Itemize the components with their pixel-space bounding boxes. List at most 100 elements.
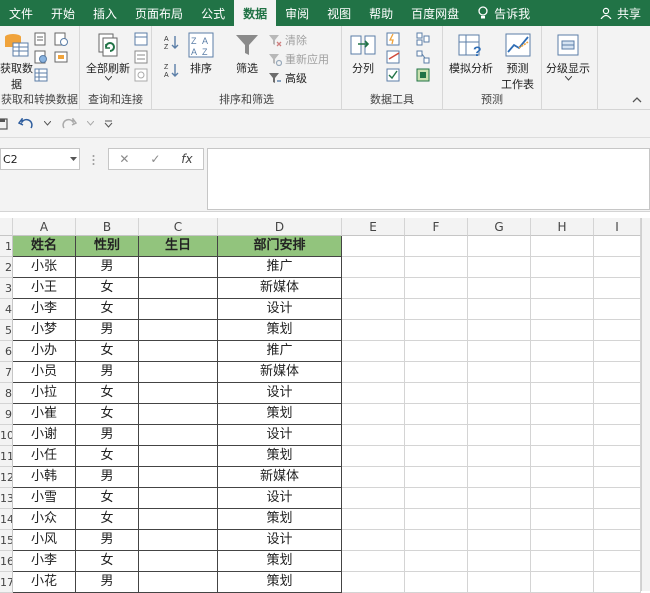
row-header[interactable]: 3 — [0, 278, 13, 299]
sort-ascending-icon[interactable]: AZ — [164, 34, 180, 50]
table-cell[interactable]: 小办 — [13, 341, 76, 362]
table-cell[interactable] — [139, 383, 218, 404]
table-cell[interactable] — [139, 509, 218, 530]
empty-cell[interactable] — [594, 362, 641, 383]
table-cell[interactable] — [139, 572, 218, 593]
table-cell[interactable] — [139, 551, 218, 572]
table-cell[interactable]: 策划 — [218, 446, 342, 467]
table-cell[interactable]: 女 — [76, 551, 139, 572]
empty-cell[interactable] — [468, 341, 531, 362]
empty-cell[interactable] — [468, 383, 531, 404]
table-cell[interactable]: 女 — [76, 341, 139, 362]
tab-formulas[interactable]: 公式 — [192, 0, 234, 26]
customize-qat-icon[interactable] — [104, 119, 113, 128]
empty-cell[interactable] — [594, 467, 641, 488]
empty-cell[interactable] — [342, 257, 405, 278]
refresh-all-button[interactable]: 全部刷新 — [86, 32, 130, 81]
empty-cell[interactable] — [594, 383, 641, 404]
table-cell[interactable]: 推广 — [218, 341, 342, 362]
empty-cell[interactable] — [594, 446, 641, 467]
chevron-down-icon[interactable] — [44, 121, 51, 126]
empty-cell[interactable] — [342, 383, 405, 404]
empty-cell[interactable] — [531, 572, 594, 593]
vertical-scrollbar[interactable] — [641, 218, 650, 591]
from-web-icon[interactable] — [34, 50, 48, 64]
empty-cell[interactable] — [468, 362, 531, 383]
empty-cell[interactable] — [405, 530, 468, 551]
table-cell[interactable]: 女 — [76, 488, 139, 509]
empty-cell[interactable] — [531, 383, 594, 404]
empty-cell[interactable] — [594, 530, 641, 551]
relationships-icon[interactable] — [416, 50, 430, 64]
row-header[interactable]: 12 — [0, 467, 13, 488]
empty-cell[interactable] — [531, 446, 594, 467]
redo-icon[interactable] — [61, 117, 77, 130]
empty-cell[interactable] — [531, 320, 594, 341]
table-cell[interactable]: 新媒体 — [218, 278, 342, 299]
tab-file[interactable]: 文件 — [0, 0, 42, 26]
table-cell[interactable] — [139, 467, 218, 488]
row-header[interactable]: 15 — [0, 530, 13, 551]
table-cell[interactable]: 小任 — [13, 446, 76, 467]
empty-cell[interactable] — [468, 530, 531, 551]
empty-cell[interactable] — [405, 383, 468, 404]
table-cell[interactable] — [139, 425, 218, 446]
empty-cell[interactable] — [594, 488, 641, 509]
table-cell[interactable]: 男 — [76, 362, 139, 383]
header-cell[interactable]: 性别 — [76, 236, 139, 257]
properties-icon[interactable] — [134, 50, 148, 64]
reapply-button[interactable]: 重新应用 — [268, 51, 329, 67]
collapse-ribbon-icon[interactable] — [632, 96, 642, 103]
empty-cell[interactable] — [594, 551, 641, 572]
table-cell[interactable] — [139, 278, 218, 299]
chevron-down-icon[interactable] — [70, 156, 77, 162]
row-header[interactable]: 17 — [0, 572, 13, 593]
row-header[interactable]: 13 — [0, 488, 13, 509]
empty-cell[interactable] — [405, 257, 468, 278]
empty-cell[interactable] — [531, 551, 594, 572]
save-icon[interactable] — [0, 117, 8, 130]
column-header-h[interactable]: H — [531, 218, 594, 236]
empty-cell[interactable] — [342, 572, 405, 593]
table-cell[interactable]: 策划 — [218, 404, 342, 425]
filter-button[interactable]: 筛选 — [234, 32, 260, 76]
empty-cell[interactable] — [594, 404, 641, 425]
from-text-icon[interactable] — [34, 32, 48, 46]
empty-cell[interactable] — [342, 509, 405, 530]
empty-cell[interactable] — [405, 572, 468, 593]
resize-handle-icon[interactable] — [92, 154, 95, 166]
empty-cell[interactable] — [342, 551, 405, 572]
from-table-icon[interactable] — [34, 68, 48, 82]
empty-cell[interactable] — [468, 551, 531, 572]
recent-sources-icon[interactable] — [54, 32, 68, 46]
table-cell[interactable]: 设计 — [218, 488, 342, 509]
empty-cell[interactable] — [468, 467, 531, 488]
table-cell[interactable]: 男 — [76, 425, 139, 446]
empty-cell[interactable] — [405, 236, 468, 257]
tab-help[interactable]: 帮助 — [360, 0, 402, 26]
empty-cell[interactable] — [468, 446, 531, 467]
row-header[interactable]: 2 — [0, 257, 13, 278]
clear-filter-button[interactable]: 清除 — [268, 32, 307, 48]
table-cell[interactable]: 女 — [76, 404, 139, 425]
empty-cell[interactable] — [405, 446, 468, 467]
consolidate-icon[interactable] — [416, 32, 430, 46]
empty-cell[interactable] — [594, 341, 641, 362]
row-header[interactable]: 4 — [0, 299, 13, 320]
data-model-icon[interactable] — [416, 68, 430, 82]
empty-cell[interactable] — [531, 299, 594, 320]
empty-cell[interactable] — [531, 341, 594, 362]
table-cell[interactable] — [139, 299, 218, 320]
empty-cell[interactable] — [594, 299, 641, 320]
column-header-c[interactable]: C — [139, 218, 218, 236]
table-cell[interactable]: 小李 — [13, 551, 76, 572]
advanced-filter-button[interactable]: 高级 — [268, 70, 307, 86]
empty-cell[interactable] — [405, 278, 468, 299]
table-cell[interactable]: 策划 — [218, 509, 342, 530]
header-cell[interactable]: 生日 — [139, 236, 218, 257]
flash-fill-icon[interactable] — [386, 32, 400, 46]
column-header-i[interactable]: I — [594, 218, 641, 236]
column-header-g[interactable]: G — [468, 218, 531, 236]
empty-cell[interactable] — [531, 236, 594, 257]
empty-cell[interactable] — [468, 509, 531, 530]
